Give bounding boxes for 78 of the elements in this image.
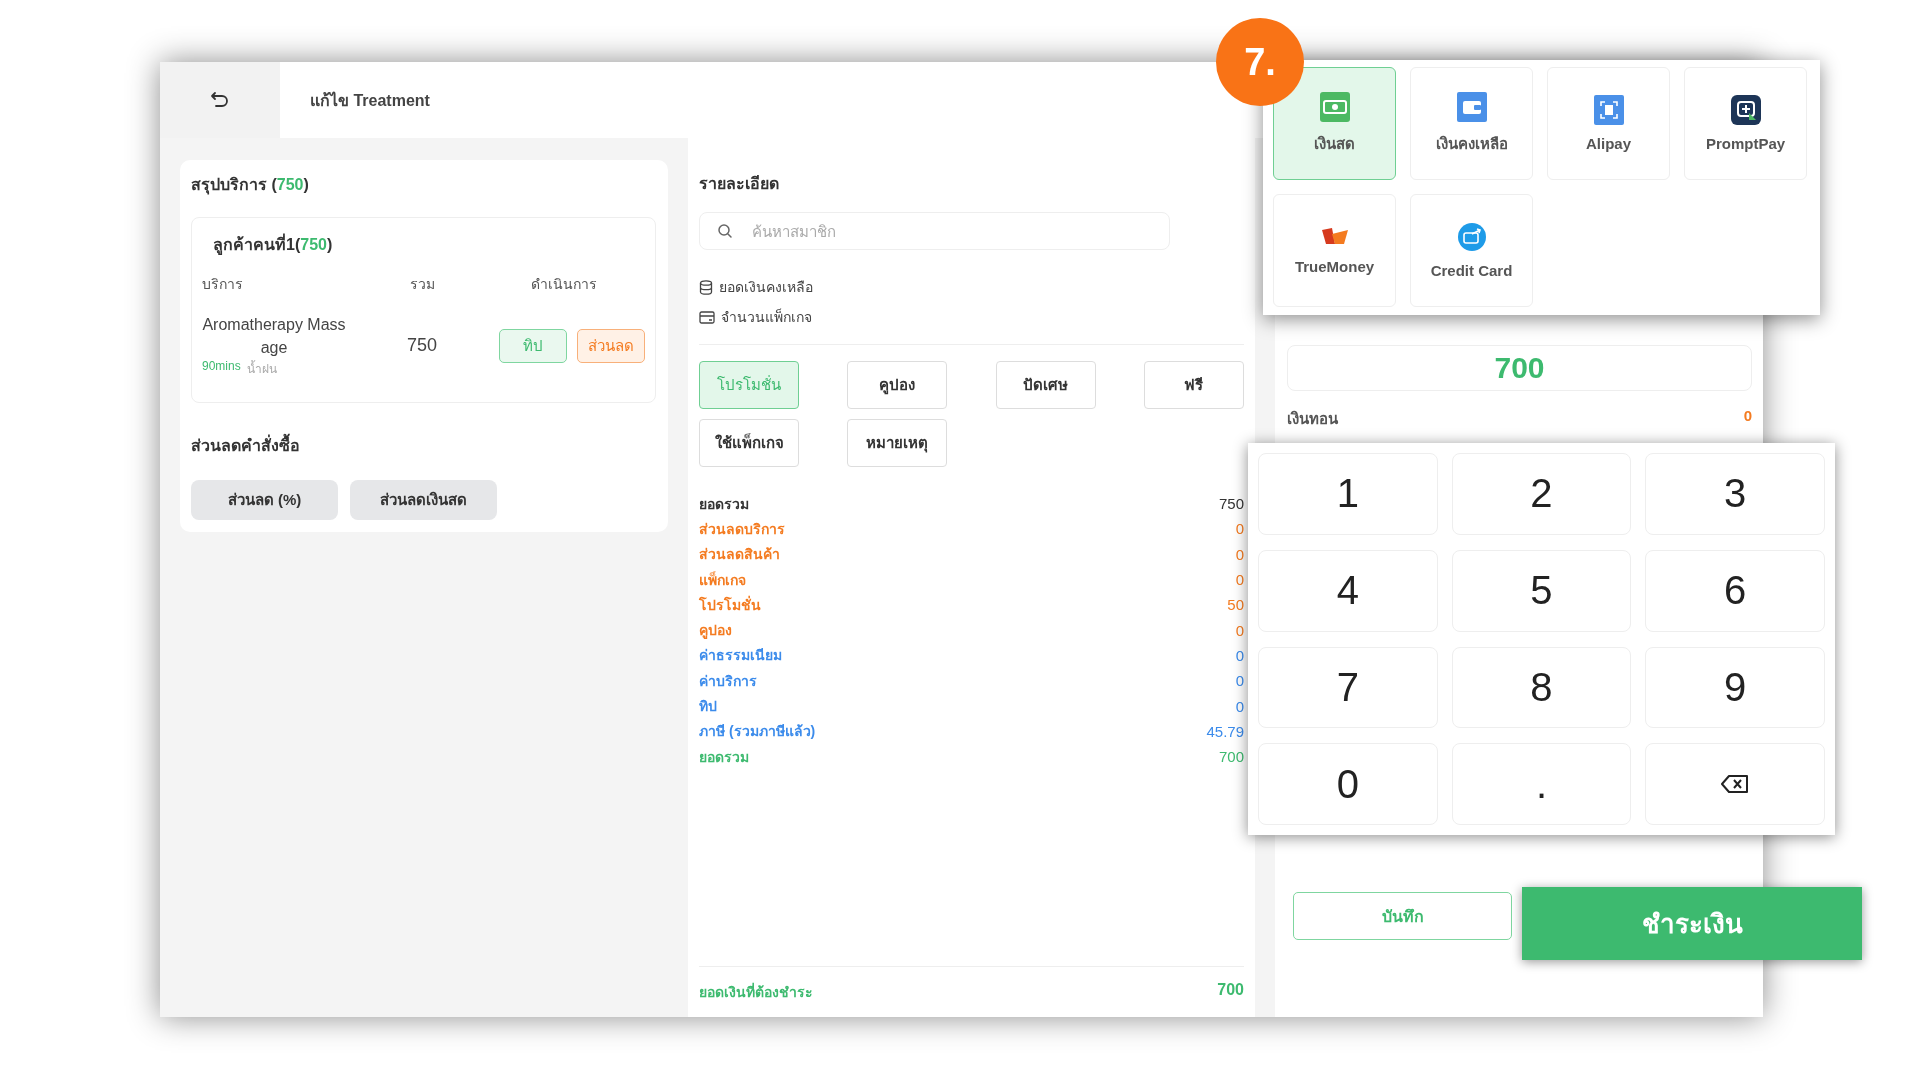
payment-method-tile[interactable]: Credit Card (1410, 194, 1533, 307)
summary-value: 0 (1235, 621, 1244, 639)
summary-value: 45.79 (1206, 722, 1244, 740)
keypad-key[interactable]: 9 (1645, 646, 1825, 729)
step-badge: 7. (1216, 18, 1304, 106)
keypad-key[interactable]: 0 (1258, 743, 1438, 825)
keypad-key[interactable]: . (1451, 743, 1632, 825)
duration-text: 90mins (202, 359, 241, 376)
summary-label: ยอดรวม (699, 747, 749, 767)
summary-label: ค่าบริการ (699, 671, 757, 691)
banknote-icon (1319, 91, 1350, 122)
customer-title: ลูกค้าคนที่1(750) (202, 232, 645, 257)
order-discount-title: ส่วนลดคำสั่งซื้อ (191, 425, 656, 459)
option-button[interactable]: ฟรี (1144, 361, 1244, 409)
discount-button[interactable]: ส่วนลด (%) (191, 480, 338, 521)
keypad-key[interactable]: 7 (1258, 646, 1438, 729)
service-name: Aromatherapy Massage (202, 315, 346, 359)
service-total: 750 (405, 335, 438, 357)
credit-card-icon (1456, 222, 1487, 252)
change-label: เงินทอน (1287, 409, 1338, 429)
summary-label: โปรโมชั่น (699, 594, 761, 615)
summary-label: ภาษี (รวมภาษีแล้ว) (699, 722, 816, 742)
option-button[interactable]: คูปอง (847, 361, 948, 409)
summary-label: ยอดรวม (699, 494, 749, 514)
summary-value: 750 (1218, 495, 1244, 513)
change-value: 0 (1743, 407, 1752, 426)
staff-name: น้ำฝน (246, 359, 277, 379)
column-header: รวม (408, 275, 436, 294)
summary-label: ส่วนลดบริการ (699, 519, 785, 539)
page-title: แก้ไข Treatment (310, 90, 430, 111)
search-field[interactable]: ค้นหาสมาชิก (699, 212, 1170, 250)
discount-button[interactable]: ส่วนลดเงินสด (350, 480, 497, 521)
payment-method-tile[interactable]: PromptPay (1684, 67, 1807, 180)
keypad-key[interactable]: 2 (1451, 453, 1632, 535)
keypad-key[interactable] (1645, 743, 1825, 825)
wallet-icon (1456, 91, 1487, 122)
undo-icon (210, 91, 230, 109)
summary-value: 0 (1235, 571, 1244, 589)
summary-label: แพ็กเกจ (699, 570, 746, 590)
summary-label: ส่วนลดสินค้า (699, 545, 780, 565)
scan-icon (1593, 95, 1624, 125)
package-label: จำนวนแพ็กเกจ (721, 307, 812, 327)
backspace-icon (1721, 774, 1750, 795)
column-header: ดำเนินการ (529, 275, 598, 294)
payment-method-tile[interactable]: TrueMoney (1273, 194, 1396, 307)
summary-value: 700 (1218, 748, 1244, 766)
summary-label: ค่าธรรมเนียม (699, 646, 782, 666)
keypad-key[interactable]: 8 (1451, 646, 1632, 729)
amount-due-label: ยอดเงินที่ต้องชำระ (699, 981, 813, 1002)
keypad-key[interactable]: 5 (1451, 549, 1632, 632)
summary-value: 0 (1235, 697, 1244, 715)
option-button[interactable]: หมายเหตุ (847, 419, 948, 467)
summary-value: 0 (1235, 646, 1244, 664)
summary-value: 50 (1227, 596, 1244, 614)
summary-title: สรุปบริการ (750) (191, 175, 310, 197)
keypad-key[interactable]: 3 (1645, 453, 1825, 535)
summary-value: 0 (1235, 672, 1244, 690)
card-icon (699, 310, 715, 324)
details-title: รายละเอียด (699, 174, 780, 194)
back-button[interactable] (160, 62, 280, 138)
qr-scan-icon (1730, 95, 1761, 125)
payment-method-tile[interactable]: Alipay (1547, 67, 1670, 180)
summary-value: 0 (1235, 520, 1244, 538)
balance-label: ยอดเงินคงเหลือ (719, 278, 813, 297)
summary-label: ทิป (699, 697, 717, 716)
summary-label: คูปอง (699, 621, 732, 641)
amount-due-value: 700 (1217, 981, 1244, 1000)
column-header: บริการ (202, 275, 244, 294)
option-button[interactable]: ปัดเศษ (995, 361, 1096, 409)
keypad-key[interactable]: 1 (1258, 453, 1438, 535)
search-icon (717, 223, 733, 239)
keypad-key[interactable]: 4 (1258, 549, 1438, 632)
option-button[interactable]: ใช้แพ็กเกจ (699, 419, 799, 467)
payment-method-tile[interactable]: เงินสด (1273, 67, 1396, 180)
payment-method-tile[interactable]: เงินคงเหลือ (1410, 67, 1533, 180)
database-icon (699, 279, 713, 295)
summary-value: 0 (1235, 545, 1244, 563)
keypad-key[interactable]: 6 (1645, 549, 1825, 632)
